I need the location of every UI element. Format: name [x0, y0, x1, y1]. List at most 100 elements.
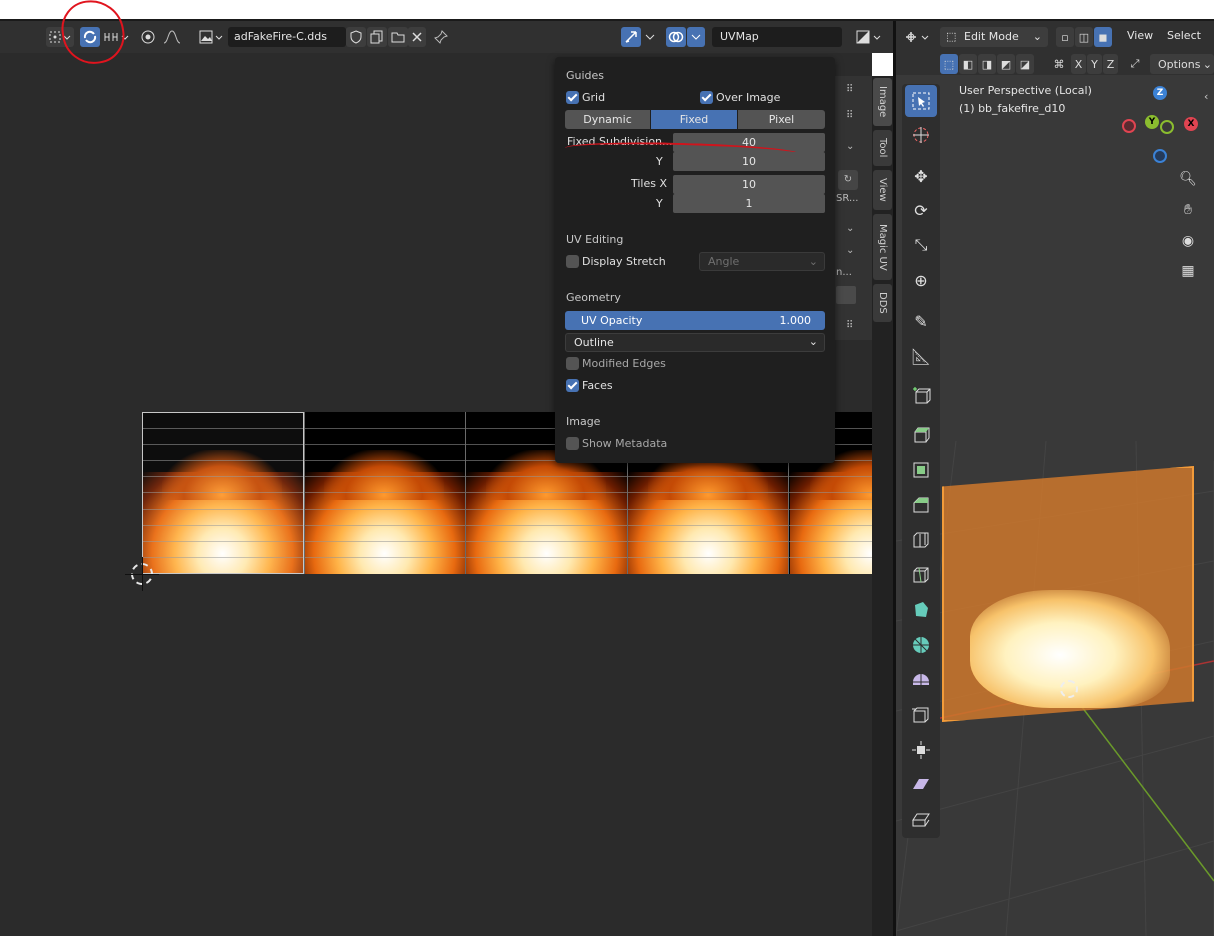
perspective-grid-icon[interactable]: ▦: [1175, 258, 1201, 284]
2d-cursor-icon[interactable]: [125, 557, 159, 591]
axis-x-button[interactable]: X: [1071, 54, 1086, 74]
camera-icon[interactable]: ◉: [1175, 228, 1201, 254]
overlays-toggle-icon[interactable]: [666, 27, 686, 47]
reload-icon[interactable]: ↻: [838, 170, 858, 190]
options-dropdown[interactable]: Options ⌄: [1150, 54, 1214, 74]
auto-merge-icon[interactable]: ⤢: [1126, 54, 1144, 74]
grid-checkbox[interactable]: [566, 91, 579, 104]
image-name-field[interactable]: adFakeFire-C.dds: [228, 27, 346, 47]
tab-dds[interactable]: DDS: [873, 284, 892, 322]
tab-image[interactable]: Image: [873, 78, 892, 126]
move-tool-icon[interactable]: ✥: [905, 160, 937, 192]
edge-select-icon[interactable]: ◫: [1075, 27, 1093, 47]
annotate-tool-icon[interactable]: ✎: [905, 305, 937, 337]
stretch-type-select: Angle ⌄: [699, 252, 825, 271]
axis-z-button[interactable]: Z: [1103, 54, 1118, 74]
gizmo-neg-y-icon[interactable]: [1160, 120, 1174, 134]
pin-icon[interactable]: [431, 27, 451, 47]
select-tool-icon[interactable]: [905, 85, 937, 117]
stretch-type-value: Angle: [708, 255, 740, 268]
drag-handle-icon[interactable]: ⠿: [846, 320, 853, 331]
transform-tool-icon[interactable]: ⊕: [905, 264, 937, 296]
shrink-fatten-tool-icon[interactable]: [905, 734, 937, 766]
proportional-editing-icon[interactable]: [138, 27, 158, 47]
scale-tool-icon[interactable]: ⤡: [905, 229, 937, 261]
chevron-down-icon: ⌄: [1202, 57, 1212, 71]
measure-tool-icon[interactable]: 📐︎: [905, 340, 937, 372]
smooth-tool-icon[interactable]: [905, 664, 937, 696]
rip-region-tool-icon[interactable]: [905, 804, 937, 836]
over-image-checkbox[interactable]: [700, 91, 713, 104]
cursor-tool-icon[interactable]: [905, 119, 937, 151]
gizmo-toggle-icon[interactable]: [621, 27, 641, 47]
fake-user-shield-icon[interactable]: [346, 27, 366, 47]
tab-magic-uv[interactable]: Magic UV: [873, 214, 892, 280]
select-invert-icon[interactable]: ◩: [997, 54, 1015, 74]
new-image-icon[interactable]: [367, 27, 387, 47]
fixed-subdivisions-y-field[interactable]: 10: [673, 152, 825, 171]
overlays-dropdown-icon[interactable]: [687, 27, 705, 47]
edge-display-select[interactable]: Outline ⌄: [565, 333, 825, 352]
uv-map-field[interactable]: UVMap: [712, 27, 842, 47]
grid-mode-pixel[interactable]: Pixel: [738, 110, 825, 129]
collapse-chevron-icon[interactable]: ‹: [1204, 90, 1208, 103]
mode-select[interactable]: ⬚ Edit Mode ⌄: [940, 27, 1048, 47]
display-channels-icon[interactable]: [852, 27, 886, 47]
shear-tool-icon[interactable]: [905, 769, 937, 801]
tab-tool[interactable]: Tool: [873, 130, 892, 166]
add-cube-tool-icon[interactable]: [905, 380, 937, 412]
open-folder-icon[interactable]: [388, 27, 408, 47]
panel-field[interactable]: [836, 286, 856, 304]
image-browse-icon[interactable]: [197, 27, 225, 47]
grid-mode-dynamic[interactable]: Dynamic: [565, 110, 650, 129]
gizmo-z-icon[interactable]: Z: [1153, 86, 1167, 100]
poly-build-tool-icon[interactable]: [905, 594, 937, 626]
chevron-down-icon[interactable]: ⌄: [846, 223, 854, 234]
drag-handle-icon[interactable]: ⠿: [846, 110, 853, 121]
edge-slide-tool-icon[interactable]: [905, 699, 937, 731]
zoom-icon[interactable]: 🔍︎: [1175, 166, 1201, 192]
vertex-select-icon[interactable]: ▫: [1056, 27, 1074, 47]
gizmo-x-icon[interactable]: X: [1184, 117, 1198, 131]
chevron-down-icon[interactable]: ⌄: [846, 245, 854, 256]
tab-view[interactable]: View: [873, 170, 892, 210]
inset-tool-icon[interactable]: [905, 454, 937, 486]
show-metadata-checkbox[interactable]: [566, 437, 579, 450]
loop-cut-tool-icon[interactable]: [905, 524, 937, 556]
modified-edges-checkbox[interactable]: [566, 357, 579, 370]
face-select-icon[interactable]: ◼: [1094, 27, 1112, 47]
gizmo-neg-x-icon[interactable]: [1122, 119, 1136, 133]
select-subtract-icon[interactable]: ◨: [978, 54, 996, 74]
editor-type-icon[interactable]: [902, 27, 934, 47]
pan-hand-icon[interactable]: ✋︎: [1175, 197, 1201, 223]
bevel-tool-icon[interactable]: [905, 489, 937, 521]
spin-tool-icon[interactable]: [905, 629, 937, 661]
menu-select[interactable]: Select: [1167, 29, 1201, 42]
uv-opacity-slider[interactable]: UV Opacity 1.000: [565, 311, 825, 330]
gizmo-neg-z-icon[interactable]: [1153, 149, 1167, 163]
select-box-mode-icon[interactable]: ⬚: [940, 54, 958, 74]
flame-frame: [304, 450, 465, 574]
axis-y-button[interactable]: Y: [1087, 54, 1102, 74]
extrude-tool-icon[interactable]: [905, 418, 937, 450]
3d-cursor-icon[interactable]: [1060, 680, 1078, 698]
mirror-icon[interactable]: ⌘: [1050, 54, 1068, 74]
drag-handle-icon[interactable]: ⠿: [846, 84, 853, 95]
grid-mode-fixed[interactable]: Fixed: [651, 110, 737, 129]
select-extend-icon[interactable]: ◧: [959, 54, 977, 74]
falloff-curve-icon[interactable]: [160, 27, 188, 47]
menu-view[interactable]: View: [1127, 29, 1153, 42]
chevron-down-icon[interactable]: ⌄: [846, 141, 854, 152]
select-intersect-icon[interactable]: ◪: [1016, 54, 1034, 74]
gizmo-y-icon[interactable]: Y: [1145, 115, 1159, 129]
knife-tool-icon[interactable]: [905, 559, 937, 591]
tiles-x-field[interactable]: 10: [673, 175, 825, 194]
uv-tile-0[interactable]: [142, 412, 304, 574]
tiles-y-field[interactable]: 1: [673, 194, 825, 213]
unlink-close-icon[interactable]: [408, 27, 426, 47]
rotate-tool-icon[interactable]: ⟳: [905, 194, 937, 226]
gizmo-dropdown-icon[interactable]: [642, 27, 658, 47]
display-stretch-checkbox[interactable]: [566, 255, 579, 268]
faces-checkbox[interactable]: [566, 379, 579, 392]
edge-display-value: Outline: [574, 336, 614, 349]
